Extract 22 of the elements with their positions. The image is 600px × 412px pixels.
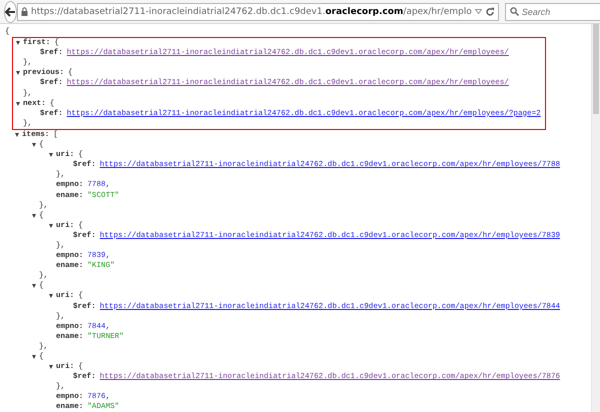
scrollbar[interactable] [591, 24, 600, 412]
back-button[interactable] [4, 0, 17, 22]
arrow-left-icon [5, 6, 16, 16]
url-text: https://databasetrial2711-inoracleindiatrial24762.db.dc1.c9dev1.oraclecorp.com/apex/hr/emplo [31, 6, 472, 16]
expand-triangle-icon[interactable] [16, 71, 20, 76]
expand-triangle-icon[interactable] [32, 214, 36, 218]
expand-triangle-icon[interactable] [32, 284, 36, 288]
search-field[interactable]: Search [504, 2, 600, 20]
reload-icon[interactable] [484, 6, 495, 16]
address-bar[interactable]: https://databasetrial2711-inoracleindiatrial24762.db.dc1.c9dev1.oraclecorp.com/apex/hr/emplo [17, 2, 499, 20]
search-icon [510, 7, 519, 16]
expand-triangle-icon[interactable] [15, 132, 19, 137]
expand-triangle-icon[interactable] [49, 365, 53, 370]
expand-triangle-icon[interactable] [16, 102, 20, 106]
lock-icon [21, 7, 28, 16]
expand-triangle-icon[interactable] [16, 41, 20, 46]
expand-triangle-icon[interactable] [49, 224, 53, 228]
expand-triangle-icon[interactable] [32, 355, 36, 360]
expand-triangle-icon[interactable] [49, 153, 53, 158]
expand-triangle-icon[interactable] [49, 294, 53, 298]
dropdown-icon[interactable] [474, 9, 482, 14]
expand-triangle-icon[interactable] [32, 143, 36, 148]
